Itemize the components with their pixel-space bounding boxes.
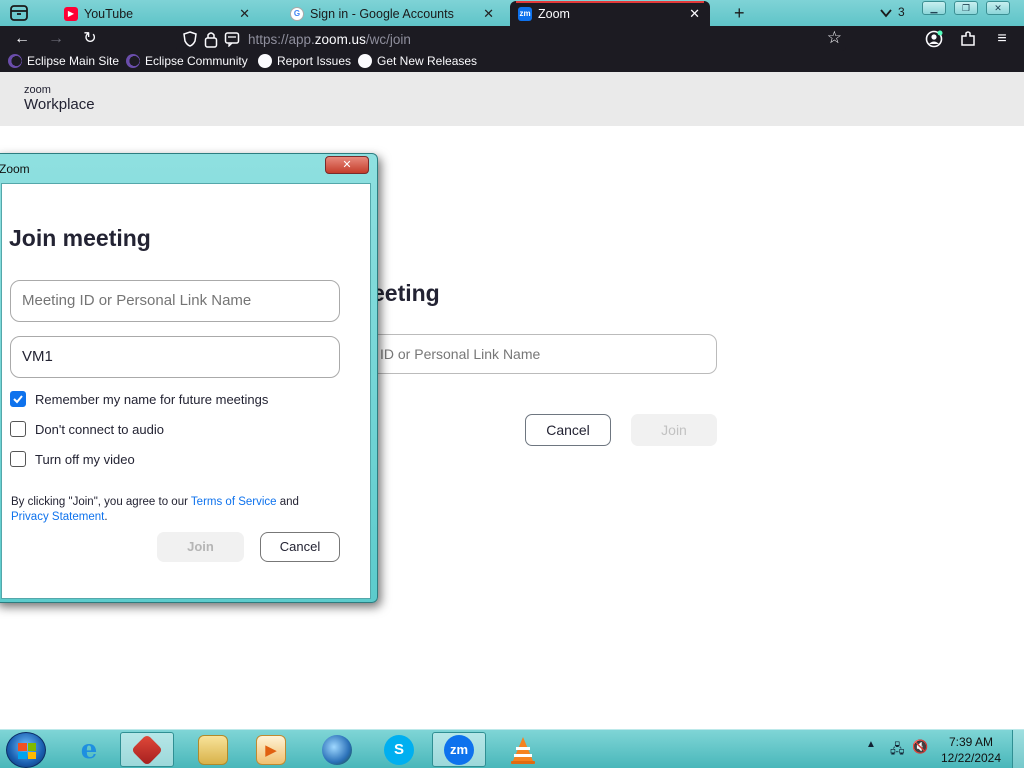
cancel-button[interactable]: Cancel (525, 414, 611, 446)
browser-nav-bar: ← → ↻ https://app.zoom.us/wc/join ☆ ≡ (0, 26, 1024, 52)
address-bar[interactable]: https://app.zoom.us/wc/join ☆ (176, 27, 846, 51)
remember-name-option[interactable]: Remember my name for future meetings (10, 391, 268, 407)
new-tab-icon[interactable]: + (734, 3, 745, 24)
eclipse-icon (126, 54, 140, 68)
volume-muted-icon[interactable]: 🔇 (912, 739, 928, 755)
page-title: eeting (372, 280, 440, 306)
close-icon[interactable]: ✕ (239, 6, 250, 22)
lock-icon[interactable] (204, 30, 218, 48)
start-button[interactable] (6, 732, 46, 768)
option-label: Remember my name for future meetings (35, 391, 269, 407)
internet-explorer-icon[interactable]: e (62, 732, 116, 767)
browser-globe-icon[interactable] (310, 732, 364, 767)
join-meeting-dialog: Zoom ✕ Join meeting Meeting ID or Person… (0, 153, 378, 603)
tab-list-icon[interactable] (9, 4, 29, 22)
github-icon (258, 54, 272, 68)
close-window-icon[interactable]: ✕ (986, 1, 1010, 15)
bookmark-get-new-releases[interactable]: Get New Releases (358, 54, 477, 68)
extensions-icon[interactable] (959, 30, 977, 48)
bookmark-report-issues[interactable]: Report Issues (258, 54, 351, 68)
zoom-logo-workplace[interactable]: Workplace (24, 96, 95, 113)
minimize-icon[interactable]: ▁ (922, 1, 946, 15)
video-off-option[interactable]: Turn off my video (10, 451, 135, 467)
clock-time: 7:39 AM (948, 735, 994, 749)
option-label: Turn off my video (35, 451, 135, 467)
shield-icon[interactable] (182, 31, 198, 47)
zoom-logo-top[interactable]: zoom (24, 84, 51, 96)
tray-expand-icon[interactable]: ▲ (866, 739, 876, 750)
eclipse-icon (8, 54, 22, 68)
tab-label: Zoom (538, 6, 570, 21)
join-button[interactable]: Join (157, 532, 244, 562)
window-controls: ▁ ❐ ✕ (922, 1, 1010, 15)
no-audio-option[interactable]: Don't connect to audio (10, 421, 164, 437)
privacy-statement-link[interactable]: Privacy Statement (11, 511, 104, 523)
bookmark-star-icon[interactable]: ☆ (827, 28, 842, 48)
show-desktop-button[interactable] (1012, 730, 1024, 768)
bookmark-label: Eclipse Main Site (27, 54, 120, 68)
media-player-icon[interactable]: ▶ (244, 732, 298, 767)
back-icon[interactable]: ← (12, 29, 32, 49)
screen: ▶ YouTube ✕ G Sign in - Google Accounts … (0, 0, 1024, 768)
vlc-icon[interactable] (496, 732, 550, 767)
permissions-icon[interactable] (224, 31, 240, 47)
legal-notice: By clicking "Join", you agree to our Ter… (11, 495, 341, 525)
url-text: https://app.zoom.us/wc/join (248, 32, 411, 47)
meeting-id-input[interactable]: ID or Personal Link Name (357, 334, 717, 374)
checkbox-unchecked[interactable] (10, 451, 26, 467)
youtube-icon: ▶ (64, 6, 78, 21)
tab-label: Sign in - Google Accounts (310, 6, 454, 21)
tab-google-accounts[interactable]: G Sign in - Google Accounts ✕ (290, 1, 504, 26)
taskbar: e ▶ S zm ▲ 🖧 🔇 7:39 AM 12/22/2024 (0, 729, 1024, 768)
cancel-button[interactable]: Cancel (260, 532, 340, 562)
display-name-input[interactable]: VM1 (10, 336, 340, 378)
zoom-taskbar-icon[interactable]: zm (432, 732, 486, 767)
restore-icon[interactable]: ❐ (954, 1, 978, 15)
terms-of-service-link[interactable]: Terms of Service (191, 496, 277, 508)
tab-label: YouTube (84, 6, 134, 21)
meeting-id-input[interactable]: Meeting ID or Personal Link Name (10, 280, 340, 322)
bookmark-eclipse-main-site[interactable]: Eclipse Main Site (8, 54, 119, 68)
close-icon[interactable]: ✕ (689, 6, 700, 22)
join-button[interactable]: Join (631, 414, 717, 446)
dialog-window-title: Zoom (0, 162, 30, 176)
tab-count: 3 (898, 5, 905, 19)
dialog-heading: Join meeting (9, 225, 151, 251)
option-label: Don't connect to audio (35, 421, 164, 437)
bookmarks-bar: Eclipse Main Site Eclipse Community Repo… (0, 52, 1024, 72)
bookmark-eclipse-community[interactable]: Eclipse Community (126, 54, 248, 68)
legal-text: By clicking "Join", you agree to our (11, 496, 191, 508)
system-clock[interactable]: 7:39 AM 12/22/2024 (930, 734, 1012, 766)
chevron-down-icon[interactable] (880, 8, 892, 18)
network-icon[interactable]: 🖧 (890, 740, 905, 762)
zoom-header: zoom Workplace (0, 72, 1024, 126)
close-icon[interactable]: ✕ (325, 156, 369, 174)
browser-tab-bar: ▶ YouTube ✕ G Sign in - Google Accounts … (0, 0, 1024, 26)
tab-zoom[interactable]: zm Zoom ✕ (510, 1, 710, 26)
legal-text: and (276, 496, 299, 508)
checkbox-unchecked[interactable] (10, 421, 26, 437)
account-icon[interactable] (925, 30, 943, 48)
forward-icon[interactable]: → (46, 29, 66, 49)
checkbox-checked[interactable] (10, 391, 26, 407)
skype-icon[interactable]: S (372, 732, 426, 767)
zoom-icon: zm (518, 6, 532, 21)
tab-youtube[interactable]: ▶ YouTube ✕ (64, 1, 260, 26)
dialog-body: Join meeting Meeting ID or Personal Link… (1, 183, 371, 599)
bookmark-label: Eclipse Community (145, 54, 248, 68)
windows-logo-icon (18, 743, 36, 759)
file-explorer-icon[interactable] (186, 732, 240, 767)
clock-date: 12/22/2024 (940, 751, 1002, 765)
legal-text: . (104, 511, 108, 523)
bookmark-label: Get New Releases (377, 54, 478, 68)
reload-icon[interactable]: ↻ (80, 29, 100, 49)
close-icon[interactable]: ✕ (483, 6, 494, 22)
menu-icon[interactable]: ≡ (992, 29, 1012, 49)
gallery-app-icon[interactable] (120, 732, 174, 767)
github-icon (358, 54, 372, 68)
bookmark-label: Report Issues (277, 54, 352, 68)
google-icon: G (290, 6, 304, 21)
checkmark-icon (13, 395, 23, 404)
